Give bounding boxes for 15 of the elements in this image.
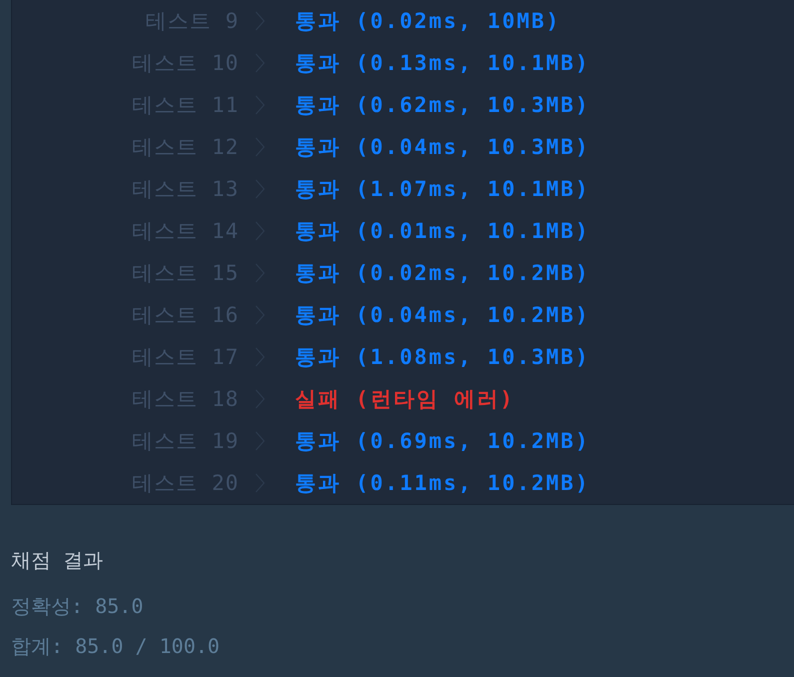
- test-result: 통과 (0.13ms, 10.1MB): [295, 50, 590, 77]
- test-result: 통과 (0.11ms, 10.2MB): [295, 470, 590, 497]
- test-result: 통과 (0.04ms, 10.2MB): [295, 302, 590, 329]
- test-result: 통과 (0.02ms, 10MB): [295, 8, 561, 35]
- test-result: 통과 (0.69ms, 10.2MB): [295, 428, 590, 455]
- total-score: 합계: 85.0 / 100.0: [11, 633, 221, 660]
- test-result: 실패 (런타임 에러): [295, 386, 515, 413]
- summary-title: 채점 결과: [11, 547, 104, 574]
- test-result: 통과 (0.02ms, 10.2MB): [295, 260, 590, 287]
- accuracy-score: 정확성: 85.0: [11, 593, 144, 620]
- test-result: 통과 (0.01ms, 10.1MB): [295, 218, 590, 245]
- test-result: 통과 (1.07ms, 10.1MB): [295, 176, 590, 203]
- test-result: 통과 (1.08ms, 10.3MB): [295, 344, 590, 371]
- test-result: 통과 (0.62ms, 10.3MB): [295, 92, 590, 119]
- test-result: 통과 (0.04ms, 10.3MB): [295, 134, 590, 161]
